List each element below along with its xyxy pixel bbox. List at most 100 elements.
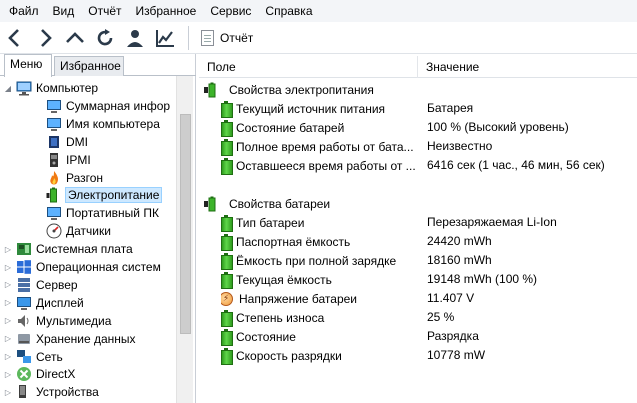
battery-icon: [221, 329, 233, 346]
scrollbar-thumb[interactable]: [180, 114, 191, 334]
tree-item[interactable]: ▷ Операционная систем: [5, 258, 161, 276]
chevron-up-icon: [66, 31, 84, 43]
expand-arrow-icon[interactable]: ▷: [2, 334, 14, 343]
group-header[interactable]: Свойства электропитания: [199, 80, 637, 99]
battery-icon: [221, 348, 233, 365]
column-value-header[interactable]: Значение: [418, 56, 637, 78]
menu-view[interactable]: Вид: [46, 0, 82, 22]
property-row[interactable]: Текущая ёмкость 19148 mWh (100 %): [199, 270, 637, 289]
property-row[interactable]: Скорость разрядки 10778 mW: [199, 346, 637, 365]
back-button[interactable]: [0, 23, 30, 53]
tree-item[interactable]: Суммарная инфор: [46, 97, 170, 115]
property-value: Батарея: [427, 101, 474, 115]
menu-file[interactable]: Файл: [2, 0, 46, 22]
tree-item-label: IPMI: [66, 152, 91, 167]
report-button[interactable]: Отчёт: [195, 25, 259, 51]
property-value: Разрядка: [427, 329, 479, 343]
tree-item[interactable]: ▷ Системная плата: [5, 240, 133, 258]
property-row[interactable]: Паспортная ёмкость 24420 mWh: [199, 232, 637, 251]
property-value: 25 %: [427, 310, 455, 324]
toolbar: Отчёт: [0, 22, 637, 54]
refresh-button[interactable]: [90, 23, 120, 53]
expand-arrow-icon[interactable]: ▷: [2, 316, 14, 325]
column-field-header[interactable]: Поле: [199, 56, 418, 78]
voltage-icon: ⚡: [221, 291, 233, 306]
chevron-left-icon: [8, 28, 19, 47]
tree-scrollbar[interactable]: [176, 76, 193, 403]
expand-arrow-icon[interactable]: ▷: [2, 245, 14, 254]
expand-arrow-icon[interactable]: ▷: [2, 370, 14, 379]
forward-button[interactable]: [30, 23, 60, 53]
tree-item[interactable]: Разгон: [46, 169, 103, 187]
tree-item-label: Портативный ПК: [66, 206, 159, 221]
tree-item-label: Операционная систем: [36, 260, 161, 274]
property-name: Состояние батарей: [236, 120, 345, 135]
expand-arrow-icon[interactable]: ▷: [2, 388, 14, 397]
tree-item-label: DMI: [66, 134, 88, 149]
monitor-icon: [46, 116, 62, 132]
tree-item[interactable]: DMI: [46, 133, 88, 151]
menu-service[interactable]: Сервис: [203, 0, 258, 22]
property-row[interactable]: Состояние батарей 100 % (Высокий уровень): [199, 118, 637, 137]
tree-item[interactable]: ▷ Устройства: [5, 383, 99, 401]
tree-item[interactable]: ▷ Хранение данных: [5, 330, 136, 348]
tree-item[interactable]: Электропитание: [46, 186, 163, 204]
tree-item[interactable]: IPMI: [46, 151, 91, 169]
battery-icon: [221, 310, 233, 327]
chart-button[interactable]: [150, 23, 180, 53]
battery-icon: [221, 234, 233, 251]
column-header: Поле Значение: [199, 56, 637, 78]
property-value: 6416 сек (1 час., 46 мин, 56 сек): [427, 158, 605, 172]
expand-arrow-icon[interactable]: ▷: [2, 280, 14, 289]
monitor-icon: [46, 98, 62, 114]
menu-favorites[interactable]: Избранное: [129, 0, 204, 22]
tree-item-label: Суммарная инфор: [66, 98, 171, 113]
property-name: Оставшееся время работы от ...: [236, 158, 416, 173]
property-row[interactable]: Полное время работы от бата... Неизвестно: [199, 137, 637, 156]
tree-item[interactable]: Датчики: [46, 222, 111, 240]
group-title: Свойства батареи: [229, 196, 331, 211]
report-label: Отчёт: [220, 30, 254, 45]
chevron-right-icon: [41, 28, 52, 47]
tree-item[interactable]: ▷ Мультимедиа: [5, 312, 112, 330]
flame-icon: [46, 170, 62, 186]
property-row[interactable]: Ёмкость при полной зарядке 18160 mWh: [199, 251, 637, 270]
tree-item-label: Системная плата: [36, 242, 133, 257]
property-row[interactable]: Текущий источник питания Батарея: [199, 99, 637, 118]
property-row[interactable]: Тип батареи Перезаряжаемая Li-Ion: [199, 213, 637, 232]
tab-favorites[interactable]: Избранное: [54, 56, 124, 76]
battery-icon: [221, 158, 233, 175]
property-row[interactable]: Степень износа 25 %: [199, 308, 637, 327]
tree-item[interactable]: Имя компьютера: [46, 115, 160, 133]
property-row[interactable]: ⚡ Напряжение батареи 11.407 V: [199, 289, 637, 308]
up-button[interactable]: [60, 23, 90, 53]
tree-item[interactable]: ▷ Дисплей: [5, 294, 84, 312]
group-header[interactable]: Свойства батареи: [199, 194, 637, 213]
property-name: Тип батареи: [236, 215, 305, 230]
menu-help[interactable]: Справка: [258, 0, 319, 22]
expand-arrow-icon[interactable]: ▷: [2, 298, 14, 307]
expand-arrow-icon[interactable]: ▷: [2, 263, 14, 272]
property-row[interactable]: Состояние Разрядка: [199, 327, 637, 346]
details-panel: Поле Значение Свойства электропитания Тек…: [199, 54, 637, 403]
gauge-icon: [46, 223, 62, 239]
tab-menu[interactable]: Меню: [4, 54, 52, 77]
tree-item[interactable]: Портативный ПК: [46, 204, 159, 222]
group-title: Свойства электропитания: [229, 82, 374, 97]
tree-item[interactable]: ▷ Сервер: [5, 276, 78, 294]
tree-item[interactable]: ▷ Сеть: [5, 348, 63, 366]
battery-icon: [221, 253, 233, 270]
computer-icon: [16, 80, 32, 96]
expand-arrow-icon[interactable]: ▷: [2, 352, 14, 361]
user-button[interactable]: [120, 23, 150, 53]
property-name: Паспортная ёмкость: [236, 234, 351, 249]
tree-item[interactable]: ▷ DirectX: [5, 365, 75, 383]
property-name: Текущая ёмкость: [236, 272, 332, 287]
property-row[interactable]: Оставшееся время работы от ... 6416 сек (…: [199, 156, 637, 175]
power-group-icon: [203, 82, 225, 98]
collapse-arrow-icon[interactable]: ◢: [2, 84, 14, 93]
power-group-icon: [203, 196, 225, 212]
toolbar-separator: [188, 25, 189, 50]
menu-report[interactable]: Отчёт: [81, 0, 128, 22]
tree-item[interactable]: ◢ Компьютер: [5, 79, 98, 97]
